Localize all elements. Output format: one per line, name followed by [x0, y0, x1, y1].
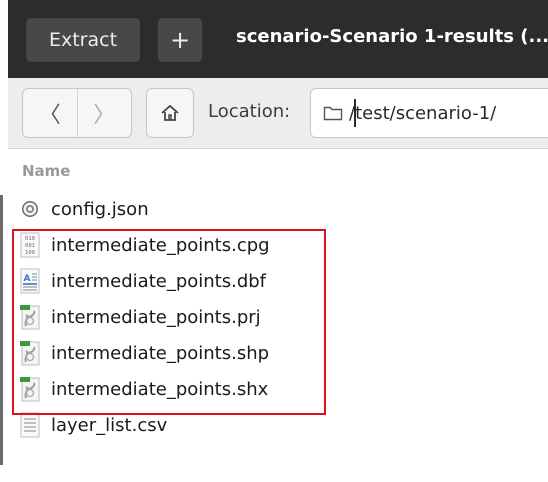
plain-text-file-icon	[20, 412, 40, 438]
nav-group: 〈 〉	[22, 88, 132, 138]
extract-button[interactable]: Extract	[26, 18, 140, 62]
add-button[interactable]: +	[158, 18, 202, 62]
window-edge	[0, 195, 3, 465]
location-field[interactable]: /test/scenario-1/	[310, 88, 548, 138]
name-column-header[interactable]: Name	[22, 162, 70, 180]
window-title: scenario-Scenario 1-results (...	[236, 26, 548, 47]
file-name: config.json	[51, 198, 149, 220]
file-name: layer_list.csv	[51, 414, 168, 436]
location-path[interactable]: /test/scenario-1/	[349, 98, 497, 127]
text-caret	[354, 98, 356, 127]
header-bar: Extract + scenario-Scenario 1-results (.…	[8, 0, 548, 78]
location-path-text: /test/scenario-1/	[349, 102, 497, 124]
home-button[interactable]	[146, 88, 194, 138]
toolbar: 〈 〉 Location: /test/scenario-1/	[8, 78, 548, 149]
highlight-box	[12, 229, 326, 415]
forward-button[interactable]: 〉	[76, 89, 132, 137]
settings-file-icon	[22, 201, 38, 217]
folder-icon	[323, 106, 343, 121]
list-item[interactable]: config.json	[14, 191, 544, 227]
back-button[interactable]: 〈	[23, 89, 77, 137]
location-label: Location:	[208, 101, 291, 122]
home-icon	[161, 104, 179, 121]
